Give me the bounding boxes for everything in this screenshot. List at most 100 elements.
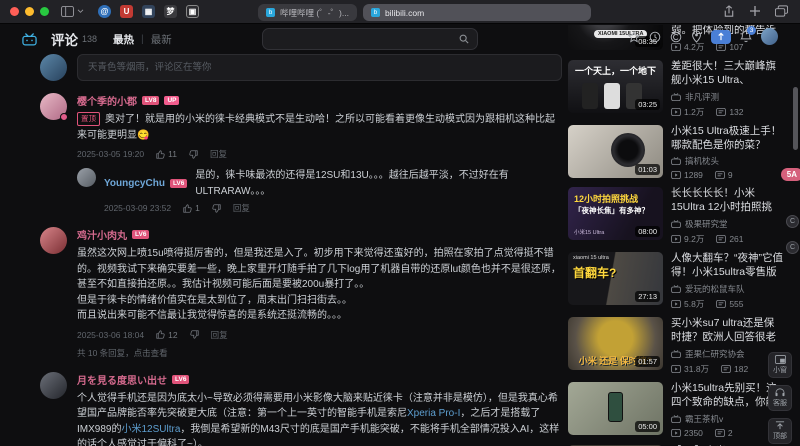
- upload-button[interactable]: [711, 29, 731, 44]
- video-card[interactable]: 12小时拍照挑战 「夜神长焦」有多神？ 小米15 Ultra 08:00 长长长…: [568, 187, 784, 245]
- reply-button[interactable]: 回复: [233, 202, 250, 214]
- like-button[interactable]: 11: [156, 149, 177, 159]
- back-to-top-button[interactable]: 顶部: [768, 418, 792, 444]
- float-widget-icon[interactable]: C: [786, 241, 799, 254]
- play-count: 1.2万: [684, 107, 705, 117]
- new-tab-icon[interactable]: [749, 5, 761, 17]
- 5a-badge[interactable]: 5A: [780, 168, 800, 181]
- video-thumbnail[interactable]: 01:03: [568, 125, 663, 178]
- video-thumbnail[interactable]: xiaomi 15 ultra 首翻车? 27:13: [568, 252, 663, 306]
- recommended-videos: XIAOMI 15ULTRA 08:35 弱。把体验到的都告诉你 4.2万 10…: [568, 25, 784, 446]
- commenter-avatar[interactable]: [40, 371, 67, 399]
- like-button[interactable]: 1: [183, 203, 200, 213]
- extension-icon-1[interactable]: @: [98, 5, 111, 18]
- tab-bilibili-active[interactable]: b bilibili.com: [362, 4, 591, 21]
- notifications[interactable]: 3: [740, 26, 756, 43]
- video-card[interactable]: 05:00 小米15ultra先别买！这四个致命的缺点，你能接受的... 霸王茶…: [568, 382, 784, 438]
- like-button[interactable]: 12: [156, 329, 178, 340]
- comment-item: 樱个季的小郡 LV8 UP 置顶 奥对了！就是用的小米的徕卡经典模式不是生动哈！之…: [40, 93, 562, 214]
- video-card[interactable]: xiaomi 15 ultra 首翻车? 27:13 人像大翻车？“夜神”它值得…: [568, 252, 784, 310]
- history-clock-icon[interactable]: [649, 31, 661, 43]
- location-pin-icon[interactable]: [691, 30, 702, 43]
- tab-bilibili-home[interactable]: b 哔哩哔哩 (゜-゜)...: [258, 4, 357, 21]
- favorites-star-icon[interactable]: [628, 30, 640, 43]
- video-uploader[interactable]: 搞机枕头: [671, 155, 784, 167]
- danmaku-count: 2: [727, 428, 733, 439]
- customer-service-button[interactable]: 客服: [768, 385, 792, 411]
- reply-name[interactable]: YoungcyChu: [104, 178, 165, 189]
- video-title[interactable]: 买小米su7 ultra还是保时捷？欧洲人回答很老实: [671, 317, 784, 345]
- video-thumbnail[interactable]: 12小时拍照挑战 「夜神长焦」有多神？ 小米15 Ultra 08:00: [568, 187, 663, 241]
- tab-newest[interactable]: 最新: [151, 32, 172, 47]
- my-avatar[interactable]: [40, 54, 67, 81]
- video-title[interactable]: 人像大翻车？“夜神”它值得！小米15ultra零售版首摄...: [671, 252, 784, 280]
- commenter-name[interactable]: 樱个季的小郡: [77, 93, 137, 108]
- tab-hot[interactable]: 最热: [113, 32, 134, 47]
- bilibili-logo-icon[interactable]: [22, 32, 37, 46]
- video-thumbnail[interactable]: 05:00: [568, 382, 663, 436]
- creative-center-icon[interactable]: [670, 31, 682, 43]
- dislike-button[interactable]: [189, 149, 198, 159]
- mini-player-button[interactable]: 小窗: [768, 352, 792, 378]
- reply-button[interactable]: 回复: [211, 329, 228, 341]
- bilibili-favicon: b: [266, 8, 275, 17]
- reply-avatar[interactable]: [77, 168, 96, 187]
- user-avatar[interactable]: [761, 28, 778, 45]
- video-card[interactable]: 小米 还是 保时捷? 01:57 买小米su7 ultra还是保时捷？欧洲人回答…: [568, 317, 784, 375]
- video-uploader[interactable]: 极果研究堂: [671, 218, 784, 230]
- scrollbar-thumb[interactable]: [793, 87, 798, 150]
- video-thumbnail[interactable]: 小米 还是 保时捷? 01:57: [568, 317, 663, 371]
- bilibili-favicon: b: [370, 8, 380, 17]
- extension-icon-5[interactable]: ▣: [186, 5, 199, 18]
- sidebar-toggle-icon[interactable]: [61, 6, 84, 17]
- commenter-name[interactable]: 鸡汁小肉丸: [77, 227, 127, 242]
- thumb-caption: 首翻车?: [573, 266, 617, 281]
- video-uploader[interactable]: 非凡评测: [671, 91, 784, 103]
- chrome-right-actions: [723, 5, 788, 18]
- commenter-name[interactable]: 月を見る度思い出せ: [77, 372, 167, 387]
- like-count: 12: [168, 329, 178, 340]
- video-thumbnail[interactable]: 一个天上，一个地下 03:25: [568, 60, 663, 113]
- share-icon[interactable]: [723, 5, 735, 18]
- zoom-window-button[interactable]: [40, 7, 49, 16]
- extension-icon-3[interactable]: ▦: [142, 5, 155, 18]
- video-card[interactable]: 01:03 小米15 Ultra极速上手！哪款配色是你的菜？ 搞机枕头 1289…: [568, 125, 784, 180]
- commenter-avatar[interactable]: [40, 227, 67, 254]
- thumb-caption-2: xiaomi 15 ultra: [573, 255, 609, 262]
- extension-icon-4[interactable]: 梦: [164, 5, 177, 18]
- video-card[interactable]: 一个天上，一个地下 03:25 差距很大！三大巅峰旗舰小米15 Ultra、iP…: [568, 60, 784, 118]
- tab-label: bilibili.com: [384, 7, 425, 18]
- tab-overview-icon[interactable]: [775, 5, 788, 17]
- extension-icons[interactable]: @ U ▦ 梦 ▣: [98, 5, 199, 18]
- view-replies-link[interactable]: 共 10 条回复，点击查看: [77, 347, 562, 359]
- video-title[interactable]: 差距很大！三大巅峰旗舰小米15 Ultra、iPhone16 Pr...: [671, 60, 784, 88]
- window-controls[interactable]: [10, 7, 49, 16]
- comment-date: 2025-03-06 18:04: [77, 329, 145, 340]
- search-input[interactable]: [263, 33, 459, 45]
- close-window-button[interactable]: [10, 7, 19, 16]
- mini-player-label: 小窗: [773, 367, 787, 374]
- float-widget-icon[interactable]: C: [786, 215, 799, 228]
- search-link[interactable]: Xperia Pro-I: [407, 408, 460, 419]
- dislike-button[interactable]: [212, 203, 221, 213]
- comment-input[interactable]: [77, 54, 562, 81]
- video-title[interactable]: 小米15 Ultra极速上手！哪款配色是你的菜？: [671, 125, 784, 152]
- back-to-top-label: 顶部: [773, 433, 787, 440]
- play-count: 2350: [684, 428, 703, 439]
- video-title[interactable]: 长长长长长！小米15Ultra 12小时拍照挑战。「夜神长...: [671, 187, 784, 215]
- search-bar[interactable]: [262, 28, 478, 50]
- reply-date: 2025-03-09 23:52: [104, 203, 172, 213]
- comment-item: 鸡汁小肉丸 LV6 虽然这次网上喷15u喷得挺厉害的，但是我还是入了。初步用下来…: [40, 227, 562, 359]
- extension-icon-2[interactable]: U: [120, 5, 133, 18]
- video-uploader[interactable]: 爱玩的松鼠车队: [671, 283, 784, 295]
- video-stats: 1.2万 132: [671, 106, 784, 118]
- search-link[interactable]: 小米12SUltra: [121, 424, 180, 435]
- reply-button[interactable]: 回复: [210, 148, 227, 160]
- avatar-badge: [60, 113, 68, 121]
- minimize-window-button[interactable]: [25, 7, 34, 16]
- danmaku-count: 9: [727, 170, 733, 181]
- commenter-avatar[interactable]: [40, 93, 68, 121]
- search-icon[interactable]: [459, 34, 469, 44]
- dislike-button[interactable]: [189, 330, 199, 339]
- video-duration: 01:57: [635, 356, 660, 368]
